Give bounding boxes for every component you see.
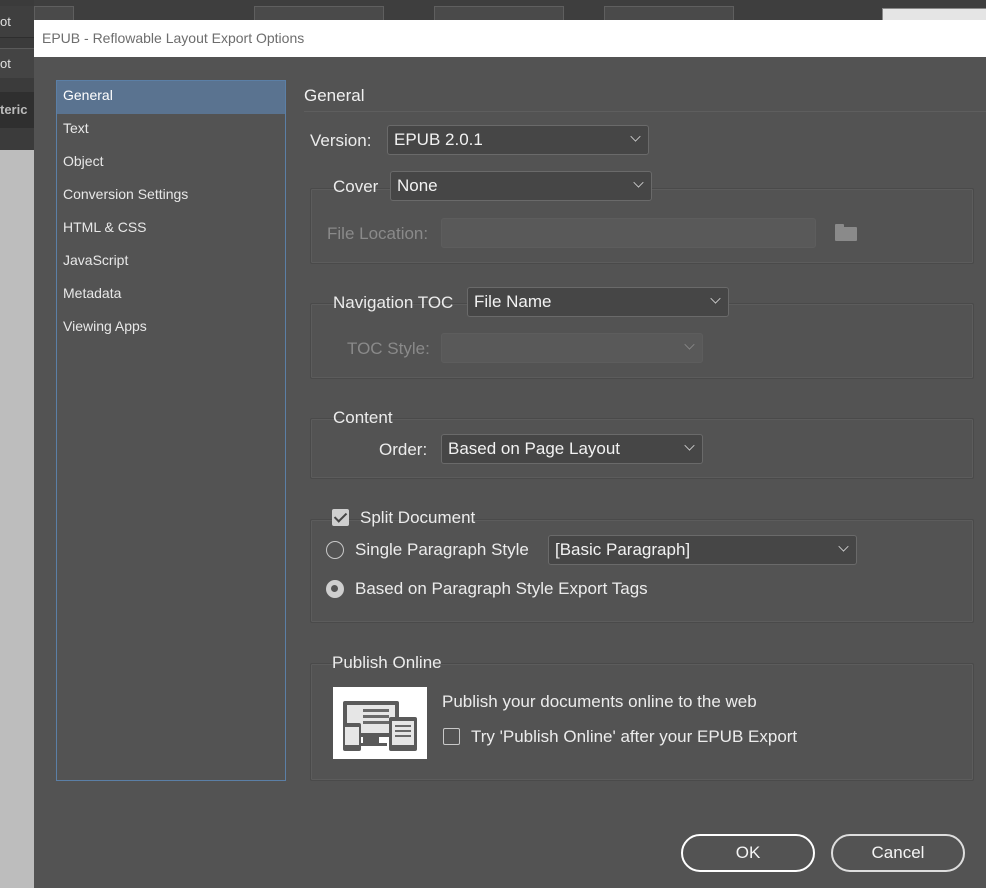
order-select[interactable]: Based on Page Layout: [441, 434, 703, 464]
chevron-down-icon: [684, 339, 695, 350]
bg-panel-row: ot: [0, 6, 34, 38]
order-label: Order:: [379, 440, 428, 459]
sidebar-item-object[interactable]: Object: [57, 147, 285, 180]
export-tags-label: Based on Paragraph Style Export Tags: [355, 579, 648, 598]
page-title: General: [304, 86, 365, 105]
devices-icon: [343, 701, 417, 751]
bg-panel-row: teric: [0, 92, 34, 128]
ok-button[interactable]: OK: [681, 834, 815, 872]
chevron-down-icon: [838, 541, 849, 552]
publish-online-label: Publish Online: [332, 653, 442, 672]
publish-online-illustration: [333, 687, 427, 759]
file-location-label: File Location:: [327, 224, 429, 243]
export-options-dialog: EPUB - Reflowable Layout Export Options …: [34, 20, 986, 888]
general-panel: General Version: EPUB 2.0.1 Cover None F…: [304, 80, 986, 800]
try-publish-online-checkbox[interactable]: [443, 728, 460, 745]
cover-label: Cover: [333, 177, 379, 196]
bg-label: teric: [0, 102, 28, 117]
folder-icon[interactable]: [835, 224, 857, 241]
split-document-checkbox[interactable]: [332, 509, 349, 526]
publish-online-text: Publish your documents online to the web: [442, 692, 757, 711]
sidebar-item-metadata[interactable]: Metadata: [57, 279, 285, 312]
background-left-panel: ot ot teric: [0, 0, 34, 888]
navigation-toc-label: Navigation TOC: [333, 293, 454, 312]
version-label: Version:: [310, 131, 372, 150]
sidebar-item-conversion-settings[interactable]: Conversion Settings: [57, 180, 285, 213]
bg-label: ot: [0, 56, 11, 71]
version-value: EPUB 2.0.1: [394, 130, 483, 149]
paragraph-style-value: [Basic Paragraph]: [555, 540, 691, 559]
bg-panel-row: ot: [0, 48, 34, 78]
sidebar-item-javascript[interactable]: JavaScript: [57, 246, 285, 279]
toc-style-label: TOC Style:: [347, 339, 430, 358]
cancel-button[interactable]: Cancel: [831, 834, 965, 872]
dialog-title: EPUB - Reflowable Layout Export Options: [34, 20, 986, 57]
sidebar-item-html-css[interactable]: HTML & CSS: [57, 213, 285, 246]
split-document-label: Split Document: [360, 508, 476, 527]
chevron-down-icon: [684, 440, 695, 451]
export-tags-radio[interactable]: [326, 580, 344, 598]
sidebar-nav: General Text Object Conversion Settings …: [56, 80, 286, 781]
sidebar-item-general[interactable]: General: [57, 81, 285, 114]
bg-canvas: [0, 150, 34, 888]
sidebar-item-viewing-apps[interactable]: Viewing Apps: [57, 312, 285, 345]
single-paragraph-style-label: Single Paragraph Style: [355, 540, 529, 559]
version-select[interactable]: EPUB 2.0.1: [387, 125, 649, 155]
content-label: Content: [333, 408, 393, 427]
bg-label: ot: [0, 14, 11, 29]
chevron-down-icon: [710, 293, 721, 304]
navigation-toc-select[interactable]: File Name: [467, 287, 729, 317]
background-toolbar: [34, 0, 986, 22]
cover-value: None: [397, 176, 438, 195]
single-paragraph-style-radio[interactable]: [326, 541, 344, 559]
divider: [304, 111, 986, 112]
navigation-toc-value: File Name: [474, 292, 552, 311]
toc-style-select[interactable]: [441, 333, 703, 363]
cover-select[interactable]: None: [390, 171, 652, 201]
try-publish-online-label: Try 'Publish Online' after your EPUB Exp…: [471, 727, 798, 746]
chevron-down-icon: [630, 131, 641, 142]
paragraph-style-select[interactable]: [Basic Paragraph]: [548, 535, 857, 565]
chevron-down-icon: [633, 177, 644, 188]
file-location-field[interactable]: [441, 218, 816, 248]
order-value: Based on Page Layout: [448, 439, 621, 458]
sidebar-item-text[interactable]: Text: [57, 114, 285, 147]
